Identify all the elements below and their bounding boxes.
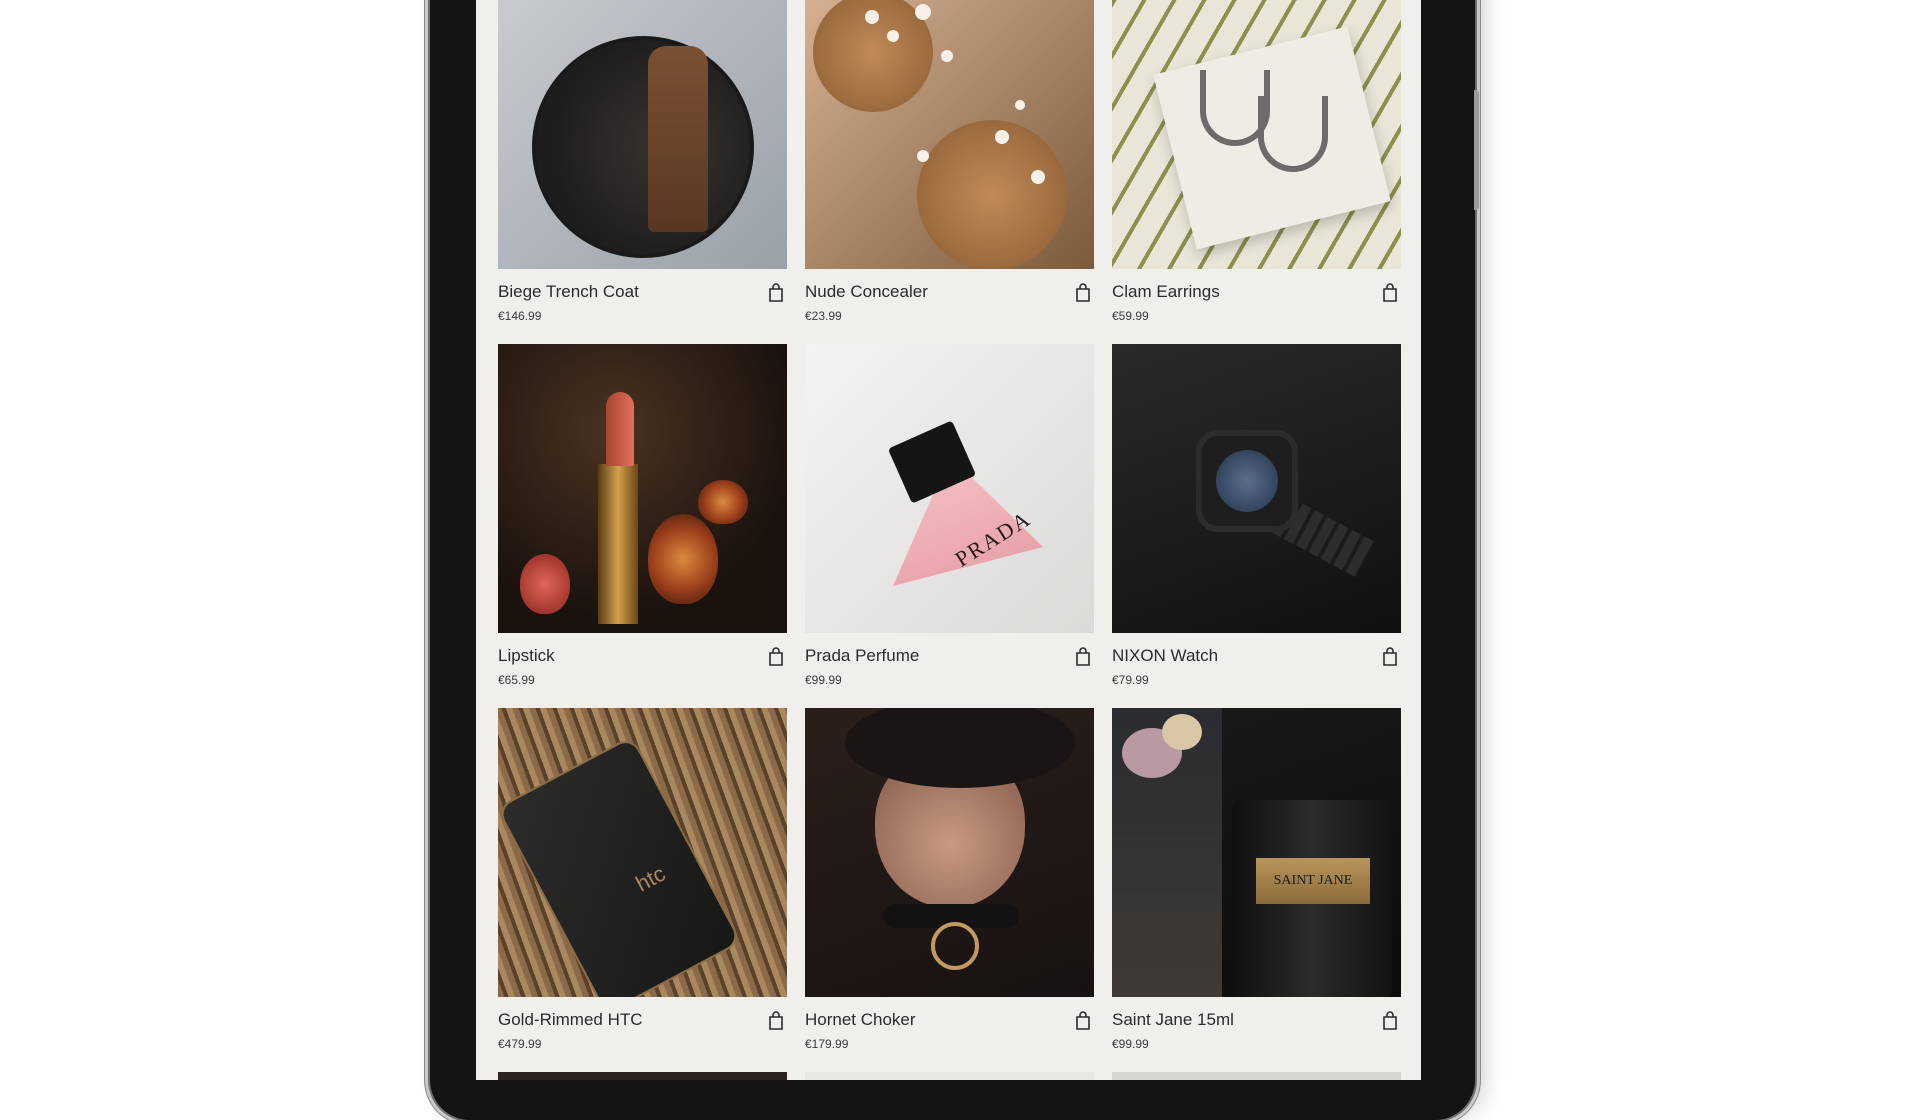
product-name: Saint Jane 15ml (1112, 1010, 1234, 1029)
product-image[interactable] (1112, 344, 1401, 633)
shop-screen[interactable]: Biege Trench Coat €146.99 Nude Concealer… (476, 0, 1421, 1080)
tablet-side-button (1474, 90, 1479, 210)
product-price: €99.99 (1112, 1037, 1149, 1051)
shopping-bag-icon[interactable] (765, 1009, 787, 1031)
choker-ring-shape (931, 922, 979, 970)
product-image-next-row[interactable] (498, 1072, 787, 1080)
product-image[interactable] (805, 0, 1094, 269)
product-card[interactable]: PRADA Prada Perfume €99.99 (805, 344, 1094, 696)
lipstick-tube-shape (598, 464, 638, 624)
product-name: Nude Concealer (805, 282, 928, 301)
shopping-bag-icon[interactable] (765, 281, 787, 303)
coat-shape (648, 46, 708, 232)
product-price: €23.99 (805, 309, 842, 323)
product-card[interactable]: Biege Trench Coat €146.99 (498, 0, 787, 332)
jar-label-text: SAINT JANE (1256, 858, 1370, 904)
product-price: €146.99 (498, 309, 542, 323)
product-name: Biege Trench Coat (498, 282, 639, 301)
product-price: €65.99 (498, 673, 535, 687)
product-image[interactable]: htc (498, 708, 787, 997)
product-card[interactable]: NIXON Watch €79.99 (1112, 344, 1401, 696)
shopping-bag-icon[interactable] (1072, 645, 1094, 667)
product-name: Hornet Choker (805, 1010, 916, 1029)
watch-face-shape (1216, 450, 1278, 512)
shopping-bag-icon[interactable] (765, 645, 787, 667)
product-grid: Biege Trench Coat €146.99 Nude Concealer… (498, 0, 1401, 1060)
product-card[interactable]: Lipstick €65.99 (498, 344, 787, 696)
product-name: Prada Perfume (805, 646, 920, 665)
product-image[interactable]: SAINT JANE (1112, 708, 1401, 997)
compact-shape (917, 120, 1067, 269)
hat-shape (845, 708, 1075, 788)
product-card[interactable]: Nude Concealer €23.99 (805, 0, 1094, 332)
product-image-next-row[interactable] (1112, 1072, 1401, 1080)
product-image[interactable] (498, 344, 787, 633)
product-name: Lipstick (498, 646, 555, 665)
product-image[interactable] (498, 0, 787, 269)
product-image[interactable]: PRADA (805, 344, 1094, 633)
product-price: €479.99 (498, 1037, 542, 1051)
product-card[interactable]: Hornet Choker €179.99 (805, 708, 1094, 1060)
lipstick-bullet-shape (606, 392, 634, 466)
product-image[interactable] (805, 708, 1094, 997)
shopping-bag-icon[interactable] (1072, 281, 1094, 303)
shopping-bag-icon[interactable] (1072, 1009, 1094, 1031)
shopping-bag-icon[interactable] (1379, 645, 1401, 667)
earring-shape (1258, 96, 1328, 172)
fig-shape (648, 514, 718, 604)
product-price: €59.99 (1112, 309, 1149, 323)
shopping-bag-icon[interactable] (1379, 281, 1401, 303)
product-image[interactable] (1112, 0, 1401, 269)
product-price: €179.99 (805, 1037, 849, 1051)
product-name: Gold-Rimmed HTC (498, 1010, 643, 1029)
shopping-bag-icon[interactable] (1379, 1009, 1401, 1031)
product-price: €79.99 (1112, 673, 1149, 687)
product-card[interactable]: Clam Earrings €59.99 (1112, 0, 1401, 332)
product-card[interactable]: htc Gold-Rimmed HTC €479.99 (498, 708, 787, 1060)
mirror-shape (532, 36, 754, 258)
strawberry-shape (520, 554, 570, 614)
phone-shape (498, 738, 740, 997)
product-card[interactable]: SAINT JANE Saint Jane 15ml €99.99 (1112, 708, 1401, 1060)
product-name: Clam Earrings (1112, 282, 1220, 301)
product-price: €99.99 (805, 673, 842, 687)
fig-shape (698, 480, 748, 524)
product-name: NIXON Watch (1112, 646, 1219, 665)
product-image-next-row[interactable] (805, 1072, 1094, 1080)
